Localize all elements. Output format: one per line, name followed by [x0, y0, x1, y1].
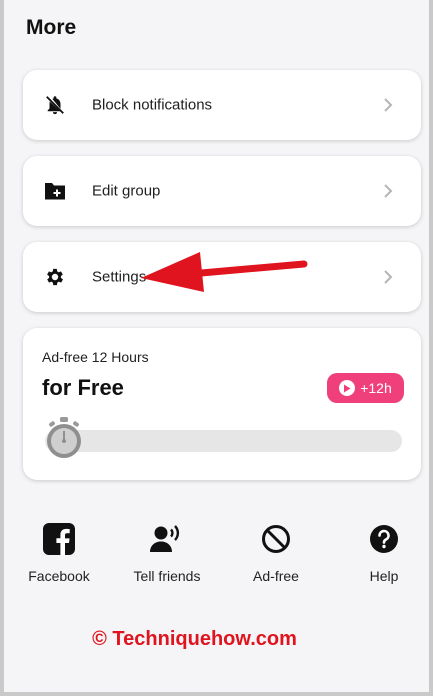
share-voice-icon — [150, 522, 184, 556]
settings-item[interactable]: Settings — [23, 242, 421, 312]
ad-free-progress-bar — [45, 430, 402, 452]
chevron-right-icon — [384, 98, 393, 112]
help-label: Help — [369, 568, 399, 584]
block-icon — [259, 522, 293, 556]
folder-add-icon — [43, 179, 67, 203]
watermark: © Techniquehow.com — [92, 628, 297, 650]
facebook-icon — [42, 522, 76, 556]
facebook-action[interactable]: Facebook — [14, 518, 104, 584]
edit-group-label: Edit group — [92, 182, 161, 200]
help-action[interactable]: Help — [339, 518, 429, 584]
bell-off-icon — [43, 93, 67, 117]
facebook-label: Facebook — [28, 568, 90, 584]
app-screen: More Block notifications Edit group Sett… — [0, 0, 433, 696]
block-notifications-item[interactable]: Block notifications — [23, 70, 421, 140]
ad-free-title: for Free — [42, 375, 124, 400]
ad-free-action[interactable]: Ad-free — [231, 518, 321, 584]
chevron-right-icon — [384, 184, 393, 198]
page-title: More — [26, 16, 77, 39]
ad-free-card: Ad-free 12 Hours for Free +12h — [23, 328, 421, 480]
help-icon — [367, 522, 401, 556]
block-notifications-label: Block notifications — [92, 96, 213, 114]
ad-free-label: Ad-free — [253, 568, 299, 584]
stopwatch-icon — [47, 417, 81, 458]
edit-group-item[interactable]: Edit group — [23, 156, 421, 226]
tell-friends-action[interactable]: Tell friends — [122, 518, 212, 584]
watch-ad-label: +12h — [360, 380, 392, 396]
ad-free-subtitle: Ad-free 12 Hours — [42, 349, 149, 365]
bottom-actions: Facebook Tell friends Ad-free Help — [4, 518, 433, 588]
watch-ad-button[interactable]: +12h — [327, 373, 404, 403]
chevron-right-icon — [384, 270, 393, 284]
gear-icon — [43, 265, 67, 289]
play-icon — [339, 380, 356, 396]
settings-label: Settings — [92, 268, 147, 286]
tell-friends-label: Tell friends — [133, 568, 201, 584]
